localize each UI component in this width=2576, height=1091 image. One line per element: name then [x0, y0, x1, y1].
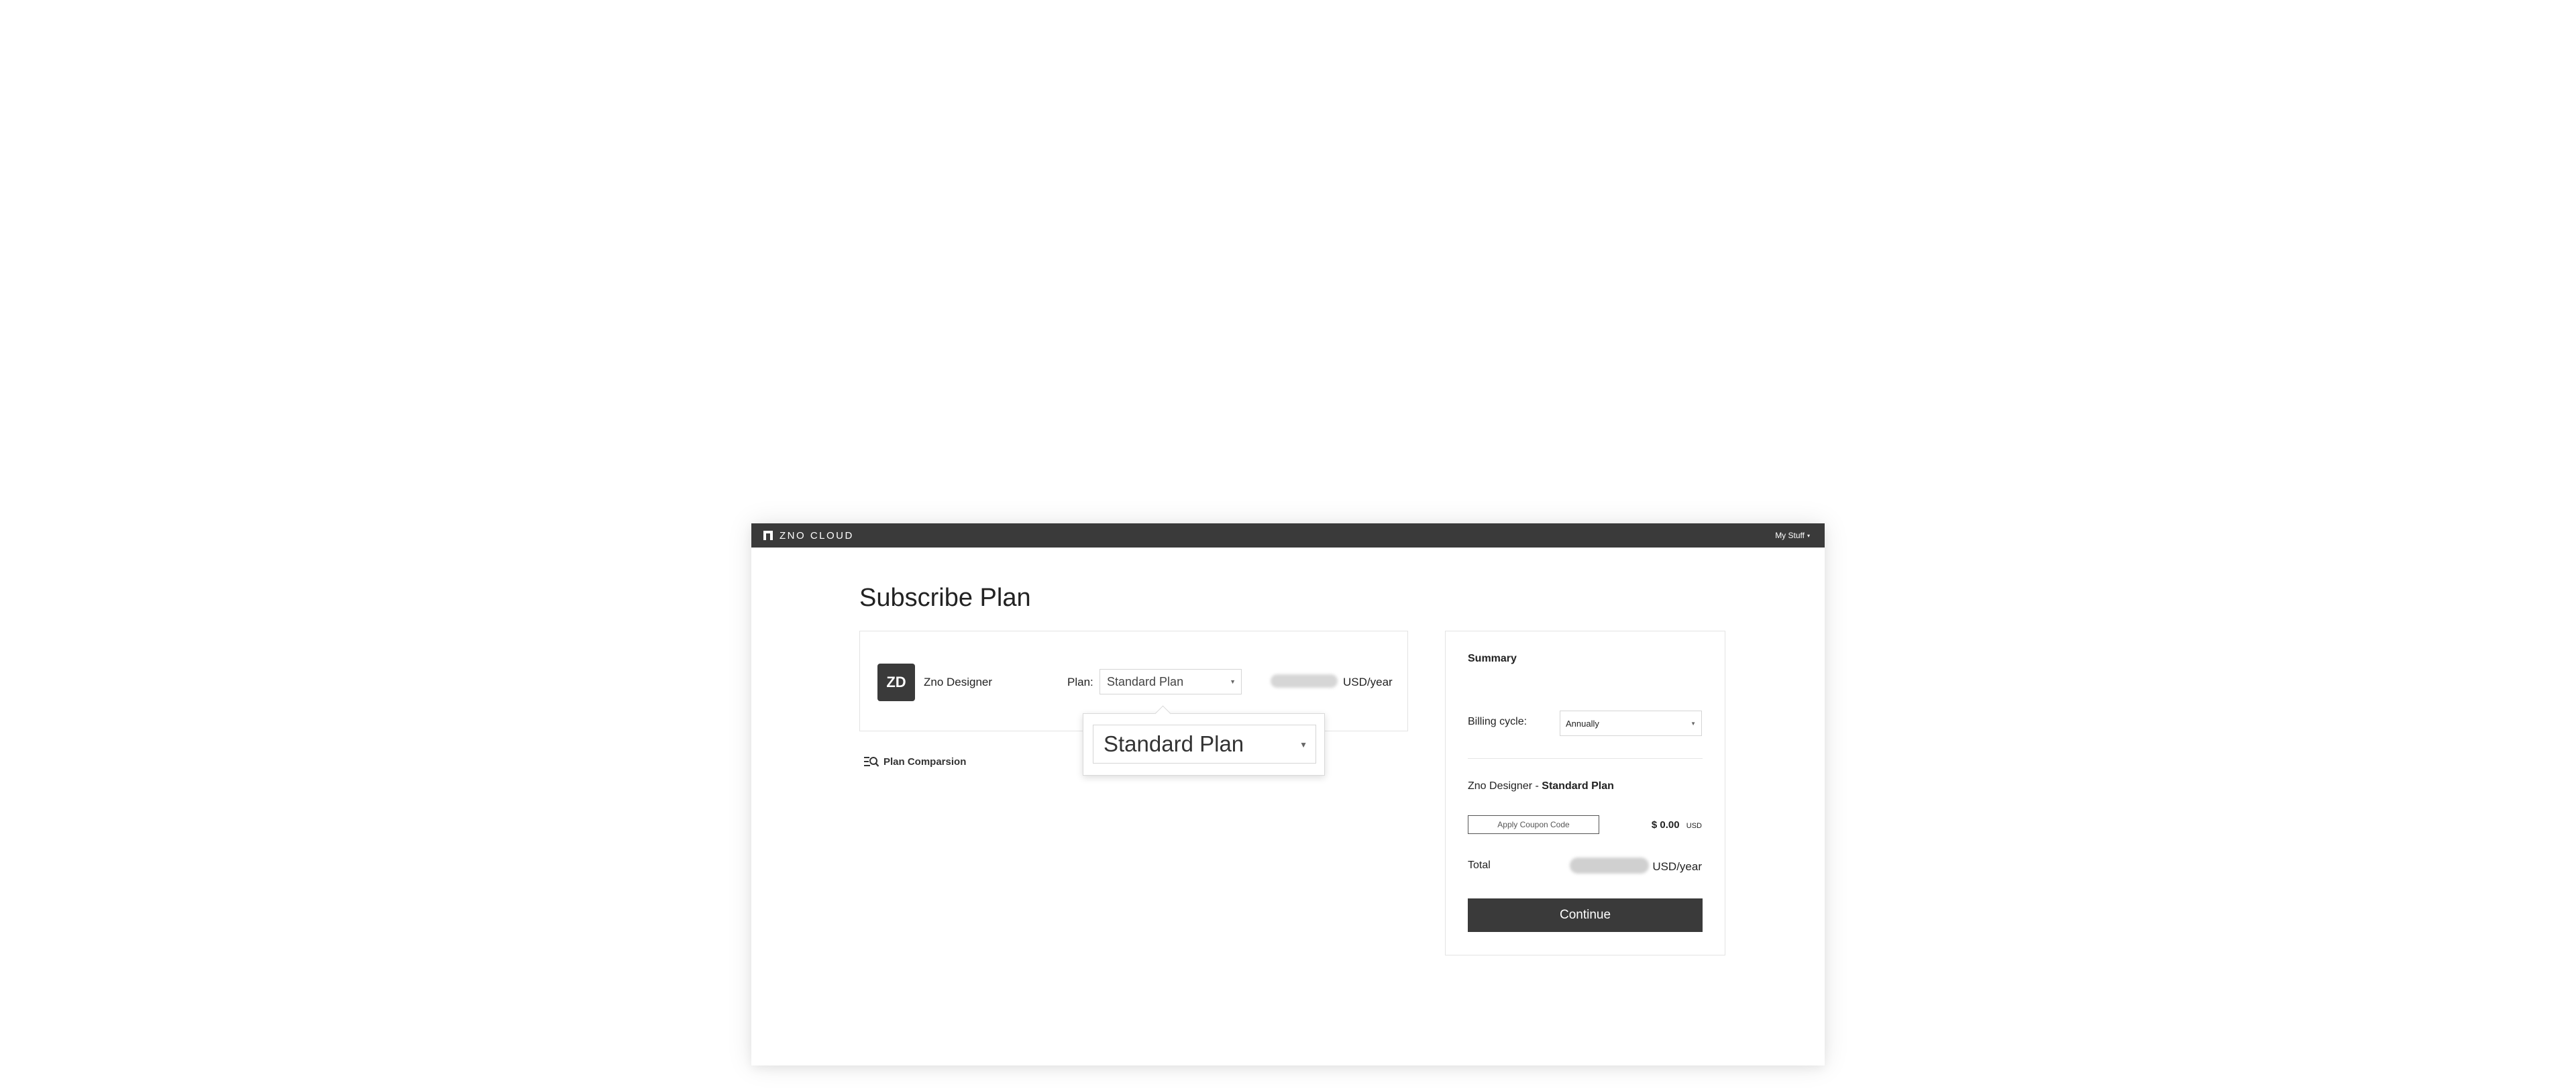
top-navigation-bar: ZNO CLOUD My Stuff ▾: [751, 523, 1825, 548]
summary-product-line: Zno Designer - Standard Plan: [1468, 780, 1614, 792]
plan-select-value: Standard Plan: [1107, 674, 1184, 688]
my-stuff-label: My Stuff: [1775, 531, 1805, 540]
plan-comparison-label: Plan Comparsion: [883, 756, 967, 768]
price-value-blurred: [1271, 674, 1338, 688]
plan-label: Plan:: [1067, 676, 1093, 688]
total-value-blurred: [1570, 858, 1649, 874]
plan-select[interactable]: Standard Plan ▼: [1099, 669, 1242, 694]
page-title: Subscribe Plan: [859, 584, 1031, 612]
discount-currency: USD: [1686, 822, 1702, 830]
compare-search-icon: [864, 757, 879, 767]
summary-divider: [1468, 758, 1703, 759]
discount-amount: $ 0.00 USD: [1652, 819, 1702, 831]
plan-comparison-link[interactable]: Plan Comparsion: [863, 755, 966, 768]
chevron-down-icon: ▾: [1807, 532, 1810, 539]
dropdown-arrow-icon: ▼: [1299, 740, 1307, 749]
total-unit: USD/year: [1652, 860, 1702, 873]
total-label: Total: [1468, 860, 1491, 871]
product-avatar: ZD: [877, 664, 915, 701]
plan-dropdown-popover: Standard Plan ▼: [1083, 713, 1325, 776]
brand-name: ZNO CLOUD: [780, 529, 854, 541]
billing-cycle-label: Billing cycle:: [1468, 716, 1527, 727]
zno-logo-icon: [763, 531, 773, 540]
summary-plan-name: Standard Plan: [1542, 780, 1614, 792]
plan-dropdown-select[interactable]: Standard Plan ▼: [1093, 725, 1316, 764]
brand-logo-link[interactable]: ZNO CLOUD: [763, 523, 854, 548]
plan-dropdown-value: Standard Plan: [1104, 731, 1244, 756]
apply-coupon-button[interactable]: Apply Coupon Code: [1468, 815, 1599, 834]
billing-cycle-select[interactable]: Annually ▼: [1560, 711, 1702, 736]
product-name: Zno Designer: [924, 676, 993, 688]
summary-panel: Summary Billing cycle: Annually ▼ Zno De…: [1445, 631, 1725, 955]
dropdown-arrow-icon: ▼: [1690, 721, 1696, 727]
my-stuff-menu[interactable]: My Stuff ▾: [1775, 523, 1810, 548]
summary-title: Summary: [1468, 653, 1517, 664]
continue-button[interactable]: Continue: [1468, 898, 1703, 932]
dropdown-arrow-icon: ▼: [1230, 678, 1236, 685]
billing-cycle-value: Annually: [1566, 718, 1599, 729]
price-unit: USD/year: [1343, 676, 1393, 688]
app-window: ZNO CLOUD My Stuff ▾ Subscribe Plan ZD Z…: [751, 523, 1825, 1066]
summary-product-name: Zno Designer -: [1468, 780, 1539, 792]
discount-value: $ 0.00: [1651, 819, 1680, 831]
